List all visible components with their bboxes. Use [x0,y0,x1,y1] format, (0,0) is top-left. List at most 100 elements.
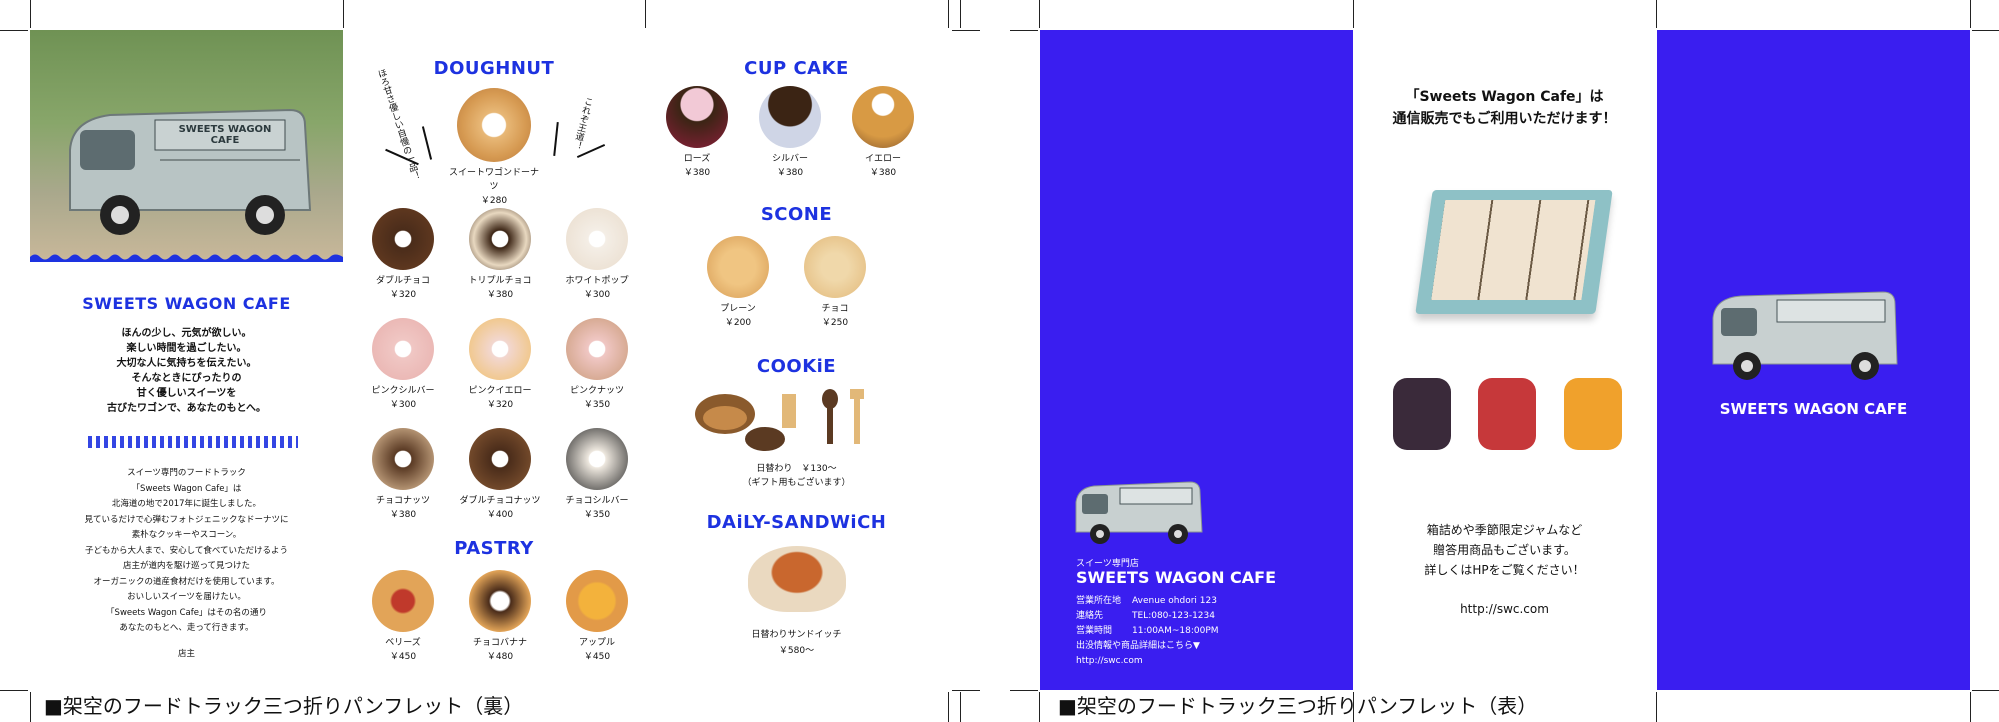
contact-row: 連絡先 TEL:080-123-1234 [1076,609,1219,624]
emphasis-line [421,126,433,160]
crop-mark [1970,0,1971,28]
mail-head-line: 「Sweets Wagon Cafe」は [1405,89,1604,105]
truck-photo: SWEETS WAGON CAFE [30,30,343,262]
item-name: ピンクナッツ [569,386,624,396]
crop-mark [1656,0,1657,28]
menu-item-cupcake: シルバー ￥380 [745,86,835,180]
menu-item-cupcake: イエロー ￥380 [838,86,928,180]
item-name: チョコナッツ [375,496,430,506]
gift-line: 贈答用商品もございます。 [1433,543,1576,557]
contact-key: 出没情報や商品詳細はこちら▼ [1076,641,1200,651]
mail-head-line: 通信販売でもご利用いただけます！ [1392,111,1617,127]
item-price: ￥280 [480,196,508,206]
item-name: チョコバナナ [472,638,527,648]
menu-item-scone-photo [707,236,769,298]
item-name: ピンクイエロー [468,386,532,396]
menu-item-cupcake-photo [759,86,821,148]
crop-mark [1656,692,1657,722]
item-price: ￥450 [389,652,417,662]
crop-mark [1972,690,1999,691]
menu-item-doughnut: チョコシルバー ￥350 [552,428,642,522]
item-name: プレーン [720,304,756,314]
gift-box-photo [1415,190,1613,314]
contact-key: http://swc.com [1076,656,1143,666]
cover-brand: SWEETS WAGON CAFE [1719,400,1908,418]
truck-illustration [69,108,312,235]
cookie-title: COOKiE [756,356,837,377]
menu-item-doughnut: ダブルチョコナッツ ￥400 [455,428,545,522]
item-price: ￥380 [486,290,514,300]
story-line: 「Sweets Wagon Cafe」はその名の通り [106,607,267,618]
contact-key: 営業時間 [1076,626,1113,636]
menu-item-cupcake-photo [666,86,728,148]
menu-item-featured: スイートワゴンドーナツ ￥280 [449,88,539,208]
brand-title: SWEETS WAGON CAFE [82,294,291,313]
menu-item-doughnut-photo [469,318,531,380]
crop-mark [1039,0,1040,28]
menu-item-pastry-photo [372,570,434,632]
item-name: チョコシルバー [565,496,629,506]
panel-cover: SWEETS WAGON CAFE [1657,30,1970,690]
menu-item-cupcake: ローズ ￥380 [652,86,742,180]
story-line: スイーツ専門のフードトラック [127,468,246,478]
menu-item-doughnut: ピンクイエロー ￥320 [455,318,545,412]
item-name: シルバー [771,154,808,164]
crop-mark [960,692,961,722]
story-line: 素朴なクッキーやスコーン。 [131,530,242,540]
jam-jar [1393,378,1451,450]
story-line: オーガニックの道産食材だけを使用しています。 [93,576,280,587]
item-price: ￥300 [389,400,417,410]
menu-item-doughnut-photo [566,428,628,490]
website-link[interactable]: http://swc.com [1353,602,1656,616]
crop-mark [0,30,28,31]
crop-mark [1010,690,1038,691]
crop-mark [1972,30,1999,31]
item-name: トリプルチョコ [468,276,532,286]
menu-item-doughnut: ダブルチョコ ￥320 [358,208,448,302]
crop-mark [30,0,31,28]
contact-value: 11:00AM~18:00PM [1132,626,1219,636]
item-price: ￥380 [683,168,711,178]
menu-item-doughnut-photo [372,208,434,270]
item-price: ￥320 [486,400,514,410]
back-caption: ■架空のフードトラック三つ折りパンフレット（裏） [44,694,524,718]
contact-row[interactable]: http://swc.com [1076,654,1219,669]
item-price: ￥350 [583,400,611,410]
item-price: ￥320 [389,290,417,300]
contact-info: 営業所在地 Avenue ohdori 123 連絡先 TEL:080-123-123… [1076,594,1219,669]
gift-text: 箱詰めや季節限定ジャムなど 贈答用商品もございます。 詳しくはHPをご覧ください… [1353,520,1656,580]
signature: 店主 [177,648,195,659]
sandwich-name: 日替わりサンドイッチ [751,630,842,640]
item-name: ピンクシルバー [371,386,435,396]
story-line: 子どもから大人まで、安心して食べていただけるよう [84,545,289,556]
item-name: ダブルチョコ [375,276,430,286]
pastry-title: PASTRY [454,538,534,559]
crop-mark [645,0,646,28]
item-price: ￥300 [583,290,611,300]
story: スイーツ専門のフードトラック 「Sweets Wagon Cafe」は 北海道の… [30,466,343,662]
item-name: ベリーズ [385,638,421,648]
crop-mark [948,692,949,722]
menu-item-scone: チョコ ￥250 [790,236,880,330]
crop-mark [1970,692,1971,722]
cookie-note: （ギフト用もございます） [742,478,851,488]
story-line: あなたのもとへ、走って行きます。 [119,623,254,633]
cookie-photo [695,389,864,451]
wave-border [30,254,343,262]
cookie-name: 日替わり ￥130～ [756,464,837,474]
scone-title: SCONE [760,204,833,225]
item-name: スイートワゴンドーナツ [449,168,540,192]
tagline-line: ほんの少し、元気が欲しい。 [121,328,252,339]
item-price: ￥380 [389,510,417,520]
tagline-line: 甘く優しいスイーツを [136,388,237,399]
menu-item-doughnut: ピンクシルバー ￥300 [358,318,448,412]
tagline-line: そんなときにぴったりの [131,373,242,384]
item-price: ￥350 [583,510,611,520]
item-name: ローズ [683,154,711,164]
emphasis-line [553,121,559,157]
tagline-line: 大切な人に気持ちを伝えたい。 [116,358,257,369]
item-name: チョコ [821,304,849,314]
contact-key: 連絡先 [1076,611,1104,621]
item-price: ￥200 [724,318,752,328]
truck-illustration [1712,291,1898,380]
